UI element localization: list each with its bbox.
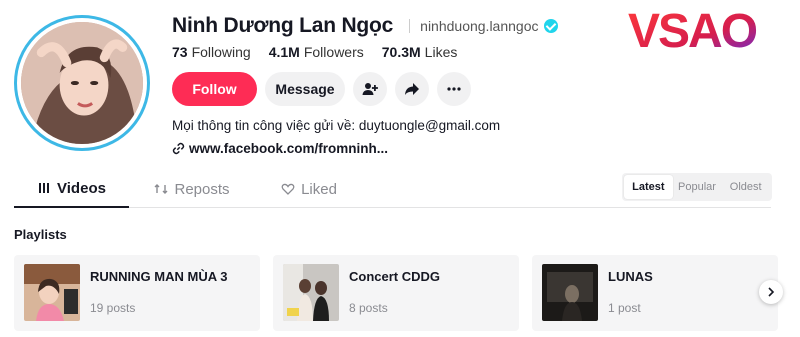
stat-value: 70.3M: [381, 44, 421, 60]
playlist-card[interactable]: LUNAS 1 post: [532, 255, 778, 331]
playlist-title: Concert CDDG: [349, 269, 441, 284]
suggested-accounts-button[interactable]: [353, 72, 387, 106]
heart-icon: [281, 183, 295, 195]
link-icon: [172, 142, 185, 155]
more-icon: [447, 87, 461, 91]
logo-text: VSAO: [628, 5, 757, 55]
playlist-title: RUNNING MAN MÙA 3: [90, 269, 228, 284]
playlist-card[interactable]: RUNNING MAN MÙA 3 19 posts: [14, 255, 260, 331]
share-icon: [405, 83, 419, 95]
repost-icon: [154, 184, 168, 194]
tab-label: Videos: [57, 179, 106, 197]
grid-icon: [39, 183, 50, 193]
add-user-icon: [362, 83, 378, 95]
playlist-title: LUNAS: [608, 269, 653, 284]
bio: Mọi thông tin công việc gửi về: duytuong…: [172, 118, 501, 133]
username: ninhduong.lanngoc: [420, 18, 539, 34]
playlist-count: 19 posts: [90, 301, 136, 315]
more-button[interactable]: [437, 72, 471, 106]
action-buttons: Follow Message: [172, 72, 471, 106]
avatar-image: [21, 22, 143, 144]
playlist-thumbnail: [542, 264, 598, 321]
sort-popular[interactable]: Popular: [673, 175, 722, 199]
stat-value: 4.1M: [268, 44, 300, 60]
tab-videos[interactable]: Videos: [14, 170, 129, 208]
display-name: Ninh Dương Lan Ngọc: [172, 14, 394, 37]
tab-label: Reposts: [174, 180, 230, 198]
playlists-heading: Playlists: [14, 227, 67, 242]
tab-label: Liked: [301, 180, 337, 198]
playlist-count: 1 post: [608, 301, 641, 315]
verified-icon: [543, 19, 558, 33]
link-text: www.facebook.com/fromninh...: [189, 141, 389, 156]
tab-reposts[interactable]: Reposts: [142, 170, 242, 208]
divider: [409, 19, 411, 33]
stat-label: Followers: [303, 44, 364, 60]
stat-value: 73: [172, 44, 188, 60]
next-playlists-button[interactable]: [759, 280, 783, 304]
stat-label: Following: [191, 44, 251, 60]
follow-button[interactable]: Follow: [172, 72, 257, 106]
vsao-logo: VSAO: [628, 5, 759, 55]
sort-latest[interactable]: Latest: [624, 175, 673, 199]
avatar[interactable]: [14, 15, 150, 151]
message-button[interactable]: Message: [265, 72, 345, 106]
playlist-count: 8 posts: [349, 301, 388, 315]
chevron-right-icon: [768, 287, 775, 297]
stat-following[interactable]: 73 Following: [172, 44, 251, 60]
playlist-thumbnail: [24, 264, 80, 321]
stat-label: Likes: [424, 44, 458, 60]
stat-followers[interactable]: 4.1M Followers: [269, 44, 364, 60]
profile-header: Ninh Dương Lan Ngọc ninhduong.lanngoc: [172, 14, 558, 38]
stats-row: 73 Following 4.1M Followers 70.3M Likes: [172, 44, 457, 60]
tab-liked[interactable]: Liked: [264, 170, 354, 208]
share-button[interactable]: [395, 72, 429, 106]
sort-toggle: Latest Popular Oldest: [622, 173, 772, 201]
playlist-thumbnail: [283, 264, 339, 321]
playlist-card[interactable]: Concert CDDG 8 posts: [273, 255, 519, 331]
sort-oldest[interactable]: Oldest: [721, 175, 770, 199]
stat-likes: 70.3M Likes: [382, 44, 458, 60]
profile-link[interactable]: www.facebook.com/fromninh...: [172, 141, 388, 156]
